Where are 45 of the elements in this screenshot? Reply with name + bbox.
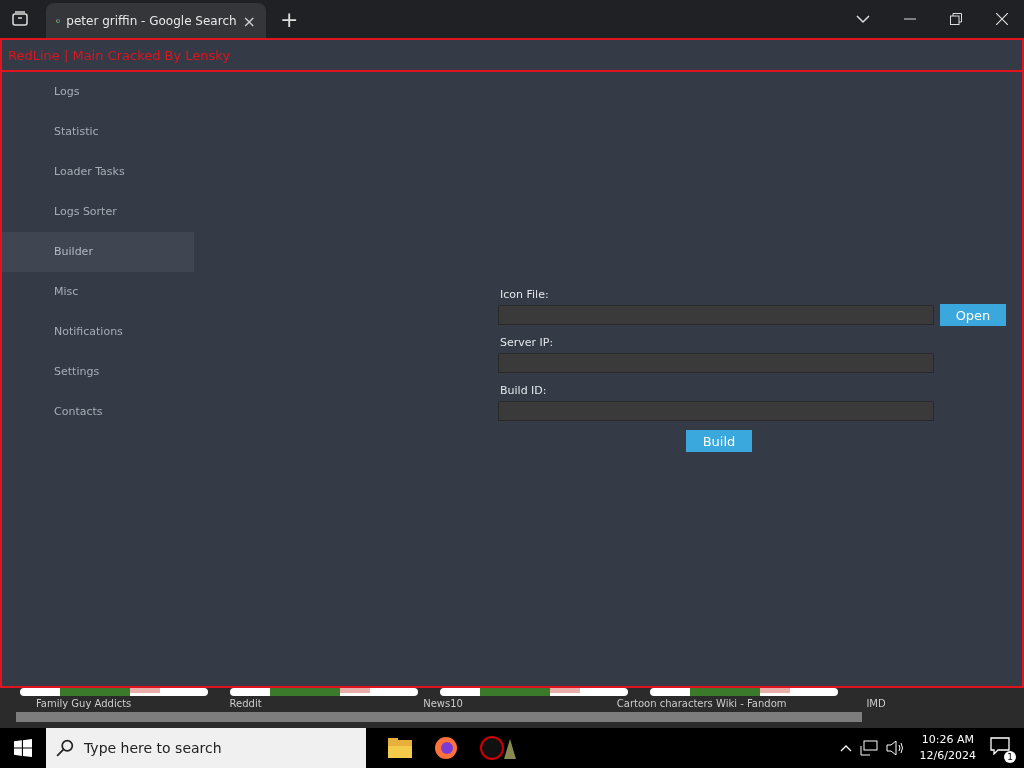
window-title: RedLine | Main Cracked By Lensky: [8, 47, 231, 63]
search-placeholder: Type here to search: [84, 740, 222, 756]
bookmark-link[interactable]: News10: [387, 697, 581, 709]
sidebar-item[interactable]: Contacts: [2, 392, 194, 432]
search-icon: [56, 739, 74, 757]
bookmark-link[interactable]: Reddit: [193, 697, 388, 709]
notification-badge: 1: [1004, 751, 1016, 763]
bookmark-link[interactable]: IMD: [830, 697, 1024, 709]
clock-time: 10:26 AM: [921, 732, 974, 748]
notifications-icon[interactable]: [990, 737, 1010, 755]
sidebar-item[interactable]: Notifications: [2, 312, 194, 352]
input-field[interactable]: [498, 305, 934, 325]
field-label: Server IP:: [499, 335, 555, 351]
chevron-up-icon[interactable]: [839, 744, 852, 752]
folder-icon[interactable]: [388, 738, 412, 758]
new-tab-button[interactable]: +: [280, 6, 299, 32]
close-icon[interactable]: [996, 13, 1008, 25]
scrollbar-thumb[interactable]: [16, 712, 862, 722]
sidebar-item[interactable]: Logs: [2, 72, 194, 112]
sidebar-item[interactable]: Settings: [2, 352, 194, 392]
input-field[interactable]: [498, 401, 934, 421]
build-button[interactable]: Build: [686, 430, 752, 452]
sidebar-item[interactable]: Builder: [2, 232, 194, 272]
sidebar-item[interactable]: Statistic: [2, 112, 194, 152]
open-button[interactable]: Open: [940, 304, 1006, 326]
clock-date: 12/6/2024: [919, 748, 976, 764]
browser-tab[interactable]: peter griffin - Google Search ×: [46, 3, 266, 39]
speaker-icon[interactable]: [885, 740, 904, 756]
sidebar-item[interactable]: Logs Sorter: [2, 192, 194, 232]
restore-icon[interactable]: [950, 13, 962, 25]
network-icon[interactable]: [859, 740, 878, 756]
field-label: Icon File:: [499, 287, 550, 303]
browser-icon[interactable]: [434, 736, 458, 760]
tab-title: peter griffin - Google Search: [66, 14, 237, 28]
bookmark-link[interactable]: Family Guy Addicts: [0, 697, 194, 709]
bookmark-link[interactable]: Cartoon characters Wiki - Fandom: [580, 697, 831, 709]
sidebar-item[interactable]: Loader Tasks: [2, 152, 194, 192]
input-field[interactable]: [498, 353, 934, 373]
field-label: Build ID:: [499, 383, 548, 399]
sidebar-item[interactable]: Misc: [2, 272, 194, 312]
windows-start-icon[interactable]: [14, 739, 32, 757]
tab-close-button[interactable]: ×: [242, 11, 256, 31]
search-field[interactable]: Type here to search: [46, 728, 366, 768]
chevron-down-icon[interactable]: [856, 14, 870, 24]
tab-actions-icon[interactable]: [10, 9, 30, 29]
